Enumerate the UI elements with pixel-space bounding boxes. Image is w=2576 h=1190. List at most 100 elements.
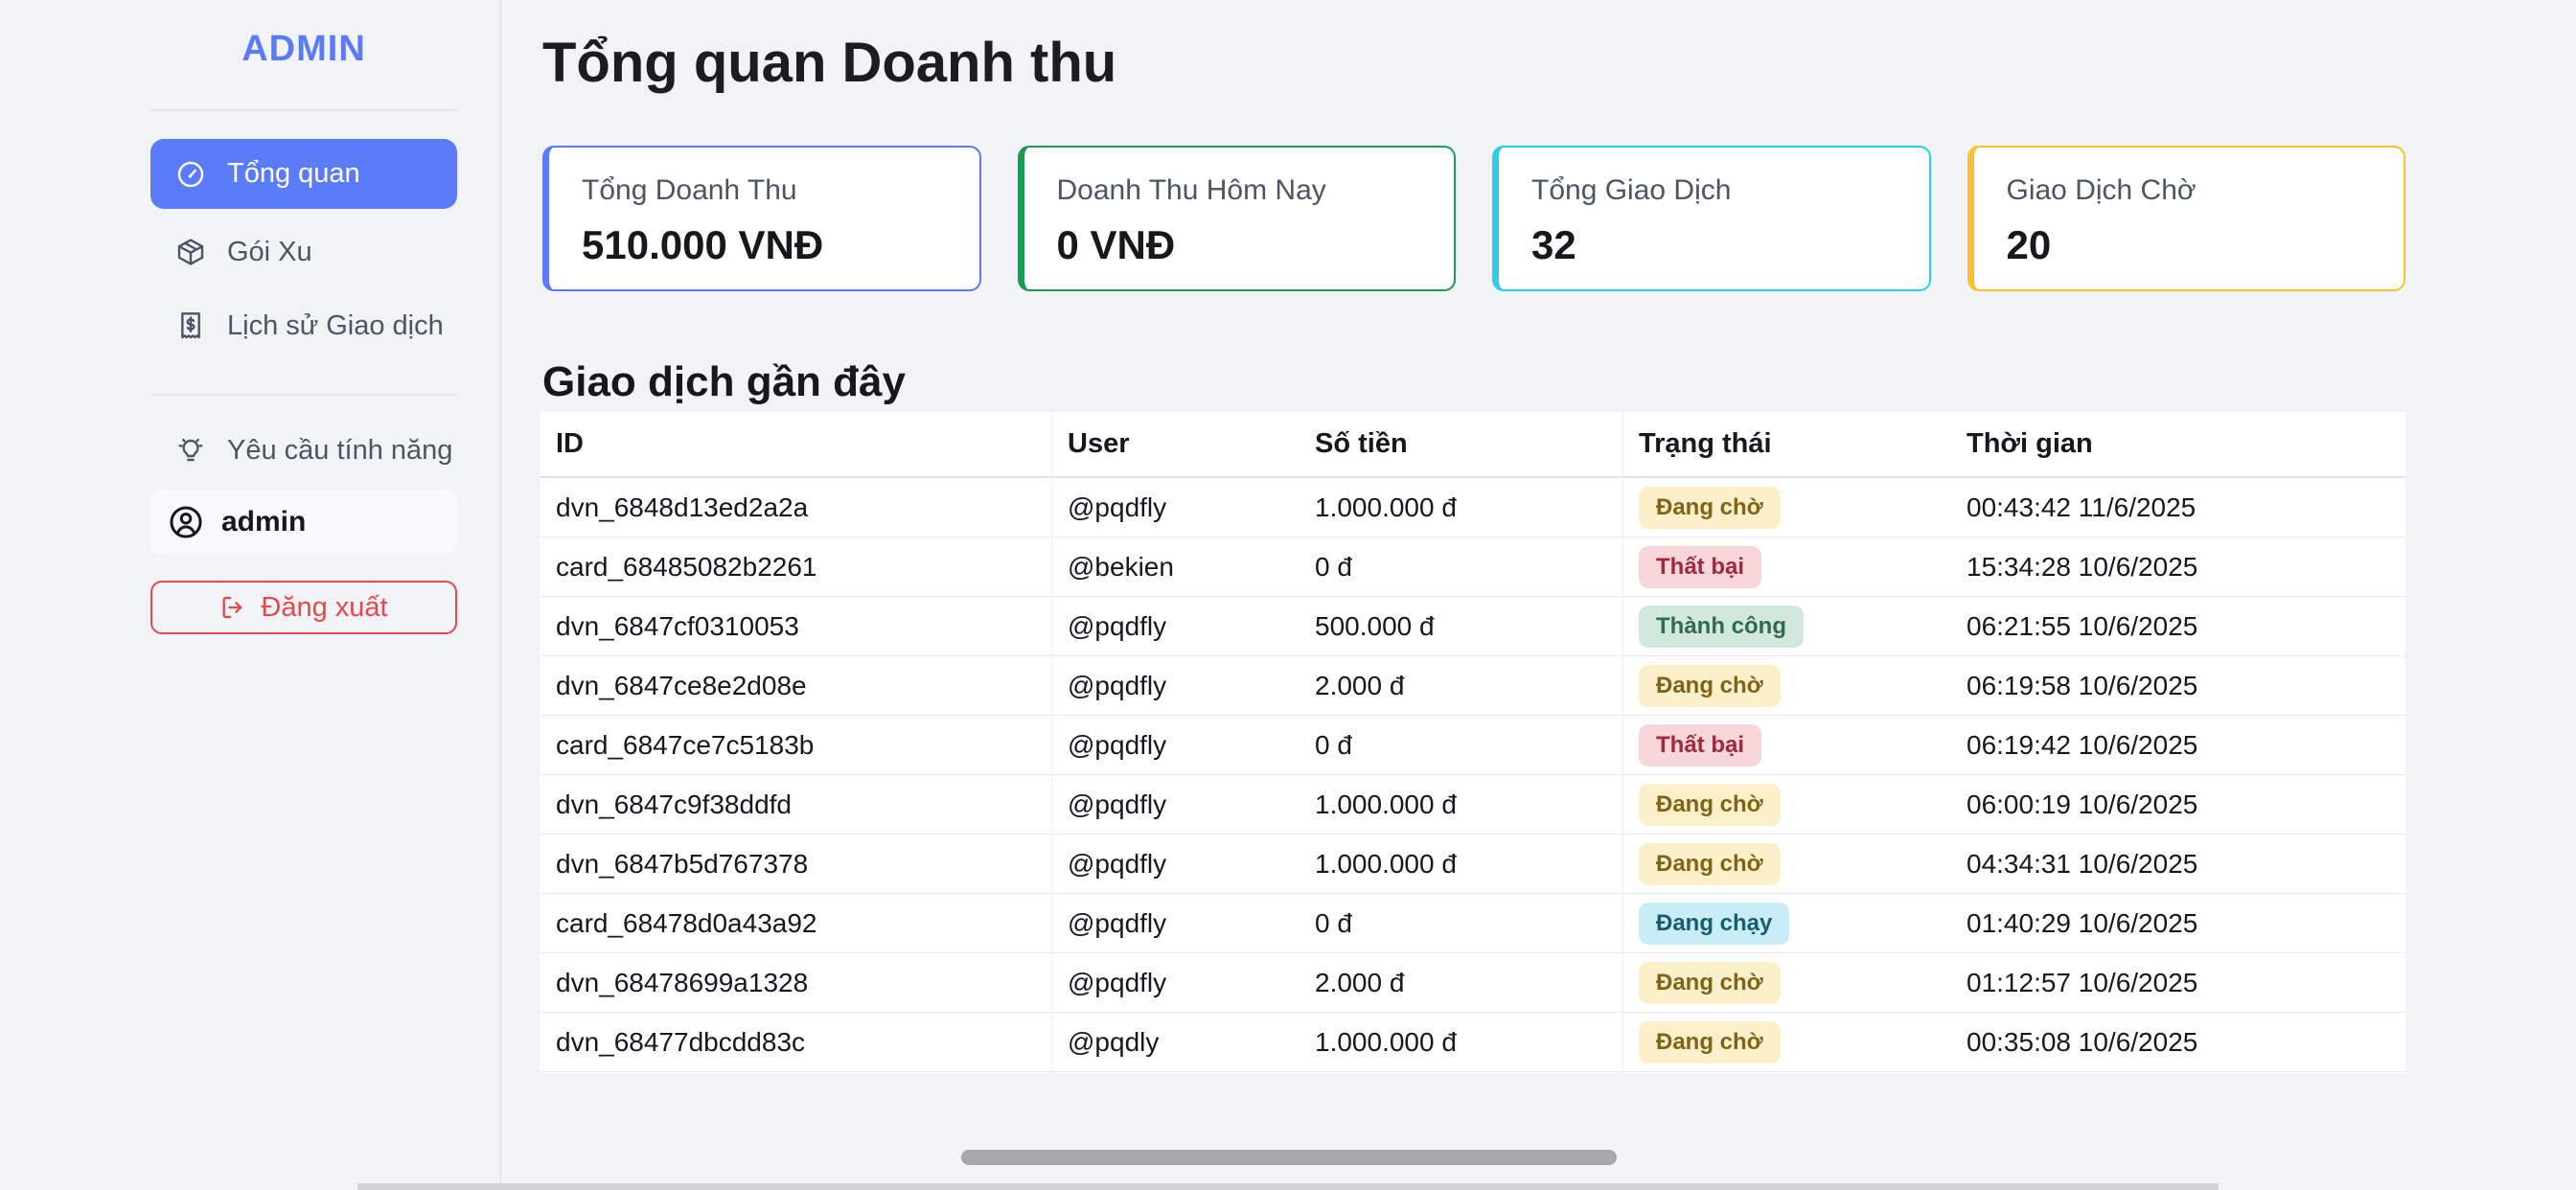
table-header-row: ID User Số tiền Trạng thái Thời gian	[540, 412, 2405, 478]
cell-user: @pqdfly	[1051, 656, 1299, 715]
cell-status: Đang chờ	[1622, 1013, 1950, 1071]
column-header-status: Trạng thái	[1622, 412, 1950, 476]
cell-transaction-id: dvn_6847c9f38ddfd	[540, 775, 1051, 834]
table-row: dvn_68478699a1328 @pqdfly 2.000 đ Đang c…	[540, 953, 2405, 1013]
cell-transaction-id: card_68478d0a43a92	[540, 894, 1051, 952]
stat-card-pending-transactions: Giao Dịch Chờ 20	[1967, 146, 2406, 291]
cell-amount: 1.000.000 đ	[1299, 1013, 1622, 1071]
column-header-user: User	[1051, 412, 1299, 476]
stat-value: 32	[1531, 222, 1929, 268]
current-user-name: admin	[221, 506, 306, 538]
sidebar-item-label: Lịch sử Giao dịch	[227, 310, 444, 342]
cell-time: 01:40:29 10/6/2025	[1950, 894, 2405, 952]
cell-transaction-id: card_68485082b2261	[540, 538, 1051, 596]
cell-amount: 0 đ	[1299, 894, 1622, 952]
cell-transaction-id: dvn_68478699a1328	[540, 953, 1051, 1012]
status-badge: Đang chờ	[1639, 784, 1781, 826]
recent-transactions-title: Giao dịch gần đây	[542, 356, 906, 408]
cell-user: @bekien	[1051, 538, 1299, 596]
table-row: card_68478d0a43a92 @pqdfly 0 đ Đang chạy…	[540, 894, 2405, 953]
table-row: dvn_6847cf0310053 @pqdfly 500.000 đ Thàn…	[540, 597, 2405, 656]
cell-transaction-id: card_6847ce7c5183b	[540, 716, 1051, 774]
sidebar-item-packages[interactable]: Gói Xu	[150, 218, 457, 286]
column-header-amount: Số tiền	[1299, 412, 1622, 476]
gauge-icon	[175, 159, 206, 190]
sidebar-item-history[interactable]: Lịch sử Giao dịch	[150, 292, 457, 359]
brand-title: ADMIN	[150, 29, 457, 70]
cell-time: 15:34:28 10/6/2025	[1950, 538, 2405, 596]
sidebar-item-overview[interactable]: Tổng quan	[150, 139, 457, 209]
table-body: dvn_6848d13ed2a2a @pqdfly 1.000.000 đ Đa…	[540, 478, 2405, 1072]
cell-time: 06:00:19 10/6/2025	[1950, 775, 2405, 834]
cell-user: @pqdfly	[1051, 894, 1299, 952]
status-badge: Đang chờ	[1639, 487, 1781, 529]
status-badge: Đang chờ	[1639, 962, 1781, 1004]
status-badge: Thất bại	[1639, 546, 1761, 588]
stat-card-today-revenue: Doanh Thu Hôm Nay 0 VNĐ	[1018, 146, 1457, 291]
cell-user: @pqdfly	[1051, 953, 1299, 1012]
cell-status: Thất bại	[1622, 716, 1950, 774]
cell-user: @pqdfly	[1051, 478, 1299, 537]
table-row: card_68485082b2261 @bekien 0 đ Thất bại …	[540, 538, 2405, 597]
page-title: Tổng quan Doanh thu	[542, 25, 1116, 102]
cell-status: Đang chạy	[1622, 894, 1950, 952]
column-header-time: Thời gian	[1950, 412, 2405, 476]
cell-time: 01:12:57 10/6/2025	[1950, 953, 2405, 1012]
receipt-icon	[175, 310, 206, 341]
stat-value: 510.000 VNĐ	[582, 222, 979, 268]
status-badge: Thất bại	[1639, 724, 1761, 767]
status-badge: Thành công	[1639, 606, 1804, 648]
column-header-id: ID	[540, 412, 1051, 476]
bottom-edge-strip	[357, 1183, 2219, 1190]
cell-status: Đang chờ	[1622, 953, 1950, 1012]
sidebar-divider-top	[150, 109, 457, 111]
column-divider	[1051, 412, 1052, 1073]
table-row: dvn_6847b5d767378 @pqdfly 1.000.000 đ Đa…	[540, 835, 2405, 894]
cell-amount: 2.000 đ	[1299, 656, 1622, 715]
cell-transaction-id: dvn_6847ce8e2d08e	[540, 656, 1051, 715]
status-badge: Đang chờ	[1639, 1021, 1781, 1064]
cell-status: Đang chờ	[1622, 478, 1950, 537]
stat-label: Doanh Thu Hôm Nay	[1057, 174, 1455, 207]
status-badge: Đang chờ	[1639, 665, 1781, 707]
cell-status: Thành công	[1622, 597, 1950, 655]
sidebar-item-feature-request[interactable]: Yêu cầu tính năng	[150, 417, 457, 484]
logout-button[interactable]: Đăng xuất	[150, 581, 457, 634]
cell-status: Đang chờ	[1622, 775, 1950, 834]
logout-icon	[219, 594, 246, 621]
cell-amount: 0 đ	[1299, 538, 1622, 596]
cell-user: @pqdfly	[1051, 835, 1299, 893]
cell-amount: 1.000.000 đ	[1299, 478, 1622, 537]
stat-label: Tổng Doanh Thu	[582, 174, 979, 207]
sidebar-item-label: Gói Xu	[227, 237, 312, 268]
main-content: Tổng quan Doanh thu Tổng Doanh Thu 510.0…	[503, 0, 2576, 1190]
cell-transaction-id: dvn_6847cf0310053	[540, 597, 1051, 655]
cell-time: 06:19:42 10/6/2025	[1950, 716, 2405, 774]
cell-transaction-id: dvn_6848d13ed2a2a	[540, 478, 1051, 537]
status-badge: Đang chạy	[1639, 903, 1789, 945]
cell-amount: 500.000 đ	[1299, 597, 1622, 655]
package-icon	[175, 237, 206, 267]
cell-transaction-id: dvn_6847b5d767378	[540, 835, 1051, 893]
cell-user: @pqdfly	[1051, 775, 1299, 834]
horizontal-scrollbar-thumb[interactable]	[961, 1150, 1617, 1165]
cell-amount: 1.000.000 đ	[1299, 775, 1622, 834]
cell-status: Đang chờ	[1622, 656, 1950, 715]
column-divider	[1622, 412, 1623, 1073]
logout-label: Đăng xuất	[261, 592, 387, 624]
cell-transaction-id: dvn_68477dbcdd83c	[540, 1013, 1051, 1071]
stat-label: Giao Dịch Chờ	[2007, 174, 2404, 207]
lightbulb-icon	[175, 435, 206, 466]
table-row: dvn_6847c9f38ddfd @pqdfly 1.000.000 đ Đa…	[540, 775, 2405, 835]
current-user-card[interactable]: admin	[150, 491, 457, 554]
sidebar-item-label: Tổng quan	[227, 158, 360, 190]
table-row: dvn_6847ce8e2d08e @pqdfly 2.000 đ Đang c…	[540, 656, 2405, 716]
cell-time: 04:34:31 10/6/2025	[1950, 835, 2405, 893]
stat-card-total-transactions: Tổng Giao Dịch 32	[1492, 146, 1931, 291]
sidebar: ADMIN Tổng quan Gói Xu Lịch sử Giao dịch	[0, 0, 501, 1190]
stat-label: Tổng Giao Dịch	[1531, 174, 1929, 207]
stat-card-total-revenue: Tổng Doanh Thu 510.000 VNĐ	[542, 146, 981, 291]
status-badge: Đang chờ	[1639, 843, 1781, 885]
cell-time: 00:43:42 11/6/2025	[1950, 478, 2405, 537]
cell-amount: 1.000.000 đ	[1299, 835, 1622, 893]
